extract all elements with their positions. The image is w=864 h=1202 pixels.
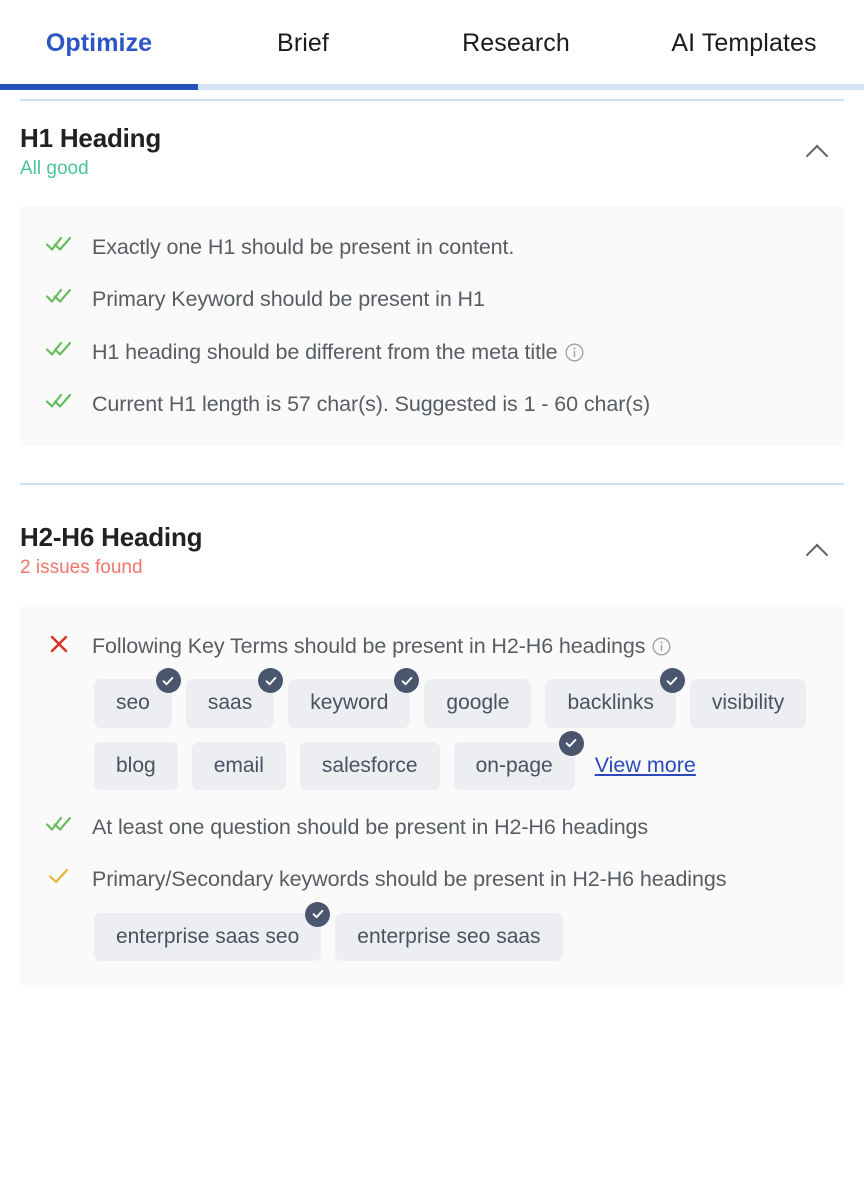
checklist-item-body: Current H1 length is 57 char(s). Suggest… <box>92 389 820 420</box>
checklist-item-label: Primary Keyword should be present in H1 <box>92 287 485 312</box>
key-terms-chip-list: seo saas keyword google backlinks visibi… <box>94 668 820 790</box>
checklist-item: At least one question should be present … <box>44 812 820 843</box>
tab-bar-divider <box>20 99 844 101</box>
double-check-green-icon <box>44 235 74 253</box>
chip-check-badge-icon <box>258 668 284 694</box>
keyword-chip[interactable]: enterprise saas seo <box>94 901 331 962</box>
keyword-chip[interactable]: enterprise seo saas <box>335 912 563 962</box>
checklist-item-label: At least one question should be present … <box>92 814 649 839</box>
chevron-up-icon[interactable] <box>804 138 832 166</box>
single-check-amber-icon <box>44 867 74 885</box>
checklist-item-body: At least one question should be present … <box>92 812 820 843</box>
key-term-chip[interactable]: keyword <box>288 668 420 728</box>
checklist-item: Primary/Secondary keywords should be pre… <box>44 864 820 962</box>
checklist-item-body: Following Key Terms should be present in… <box>92 631 820 790</box>
chip-check-badge-icon <box>305 901 331 927</box>
chip-label: saas <box>207 691 253 715</box>
chevron-up-icon[interactable] <box>804 537 832 565</box>
checklist-item-label: Following Key Terms should be present in… <box>92 633 646 658</box>
key-term-chip[interactable]: seo <box>94 668 181 728</box>
section-h2h6-status: 2 issues found <box>20 557 143 579</box>
chip-label: enterprise saas seo <box>116 924 300 948</box>
section-h1-heading: H1 Heading All good Exactly one H1 shoul… <box>0 86 864 446</box>
checklist-item-label: Primary/Secondary keywords should be pre… <box>92 867 727 892</box>
tab-optimize[interactable]: Optimize <box>0 29 198 58</box>
chip-check-badge-icon <box>155 668 181 694</box>
tab-ai-templates[interactable]: AI Templates <box>624 29 864 58</box>
chip-check-badge-icon <box>659 668 685 694</box>
key-term-chip[interactable]: backlinks <box>545 668 685 728</box>
checklist-item-body: Primary Keyword should be present in H1 <box>92 284 820 315</box>
chip-check-badge-icon <box>558 730 584 756</box>
chip-label: visibility <box>711 691 785 715</box>
tab-brief[interactable]: Brief <box>198 29 408 58</box>
double-check-green-icon <box>44 340 74 358</box>
section-h1-status: All good <box>20 158 89 180</box>
checklist-item-body: Primary/Secondary keywords should be pre… <box>92 864 820 962</box>
tab-research[interactable]: Research <box>408 29 624 58</box>
tab-active-indicator <box>0 84 198 90</box>
chip-label: blog <box>116 753 156 777</box>
info-icon[interactable] <box>652 637 671 656</box>
double-check-green-icon <box>44 392 74 410</box>
key-term-chip[interactable]: visibility <box>689 679 807 728</box>
section-h2h6-titleblock: H2-H6 Heading 2 issues found <box>20 521 203 580</box>
section-h2h6-panel: Following Key Terms should be present in… <box>20 604 844 988</box>
section-h1-title: H1 Heading <box>20 123 162 153</box>
section-h2h6-heading: H2-H6 Heading 2 issues found Following K… <box>0 485 864 988</box>
section-h1-panel: Exactly one H1 should be present in cont… <box>20 205 844 446</box>
chip-label: google <box>446 691 510 715</box>
checklist-item: H1 heading should be different from the … <box>44 337 820 368</box>
checklist-item-body: H1 heading should be different from the … <box>92 337 820 368</box>
checklist-item: Primary Keyword should be present in H1 <box>44 284 820 315</box>
chip-label: salesforce <box>321 753 418 777</box>
key-term-chip[interactable]: google <box>424 679 532 728</box>
chip-label: on-page <box>475 753 553 777</box>
keyword-chip-list: enterprise saas seo enterprise seo saas <box>94 901 820 962</box>
key-term-chip[interactable]: email <box>191 741 286 790</box>
double-check-green-icon <box>44 815 74 833</box>
double-check-green-icon <box>44 287 74 305</box>
chip-label: seo <box>116 691 150 715</box>
section-h2h6-header[interactable]: H2-H6 Heading 2 issues found <box>20 485 844 580</box>
key-term-chip[interactable]: saas <box>185 668 284 728</box>
checklist-item-body: Exactly one H1 should be present in cont… <box>92 232 820 263</box>
checklist-item: Following Key Terms should be present in… <box>44 631 820 790</box>
info-icon[interactable] <box>565 343 584 362</box>
key-term-chip[interactable]: blog <box>94 741 178 790</box>
chip-check-badge-icon <box>394 668 420 694</box>
checklist-item-label: Current H1 length is 57 char(s). Suggest… <box>92 392 651 417</box>
key-term-chip[interactable]: on-page <box>453 730 584 790</box>
key-term-chip[interactable]: salesforce <box>299 741 440 790</box>
chip-label: enterprise seo saas <box>357 924 541 948</box>
tab-bar: Optimize Brief Research AI Templates <box>0 0 864 101</box>
checklist-item-label: H1 heading should be different from the … <box>92 339 558 364</box>
cross-red-icon <box>44 634 74 654</box>
checklist-item-label: Exactly one H1 should be present in cont… <box>92 234 515 259</box>
chip-label: keyword <box>310 691 389 715</box>
view-more-link[interactable]: View more <box>595 753 696 778</box>
chip-label: email <box>213 753 264 777</box>
chip-label: backlinks <box>567 691 654 715</box>
section-h1-titleblock: H1 Heading All good <box>20 123 162 181</box>
section-h2h6-title: H2-H6 Heading <box>20 521 203 552</box>
checklist-item: Current H1 length is 57 char(s). Suggest… <box>44 389 820 420</box>
checklist-item: Exactly one H1 should be present in cont… <box>44 232 820 263</box>
